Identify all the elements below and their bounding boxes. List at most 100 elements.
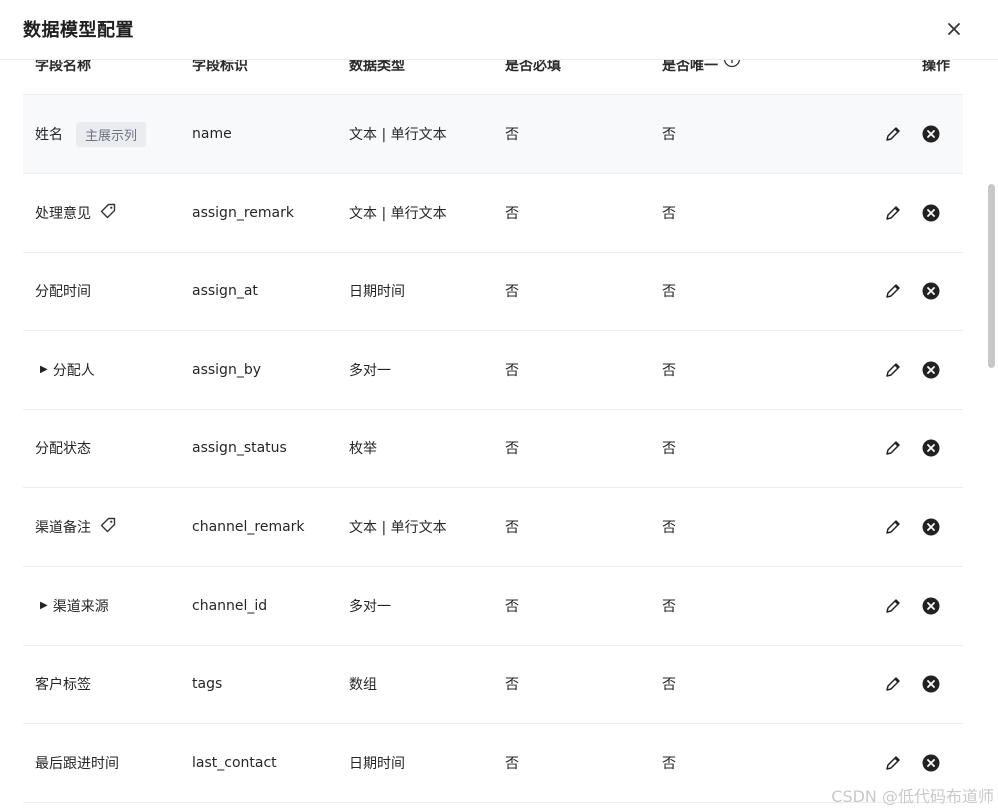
- data-type: 日期时间: [349, 284, 405, 301]
- required-value: 否: [505, 755, 519, 772]
- row-actions: [883, 331, 941, 409]
- field-key: name: [192, 126, 232, 142]
- unique-value: 否: [662, 677, 676, 694]
- unique-value: 否: [662, 441, 676, 458]
- row-actions: [883, 645, 941, 723]
- field-name: 最后跟进时间: [35, 755, 119, 772]
- table-row[interactable]: 姓名 主展示列 name 文本 | 单行文本 否 否: [23, 95, 963, 174]
- header-field-name: 字段名称: [35, 59, 91, 74]
- data-type: 枚举: [349, 441, 377, 458]
- table-row[interactable]: ▶ 分配人 assign_by 多对一 否 否: [23, 331, 963, 410]
- field-key: last_contact: [192, 754, 277, 771]
- tag-icon: [99, 516, 117, 538]
- field-name-cell: 最后跟进时间: [35, 724, 119, 802]
- field-key: channel_id: [192, 597, 268, 614]
- header-required: 是否必填: [505, 59, 561, 74]
- delete-icon[interactable]: [921, 203, 941, 223]
- edit-icon[interactable]: [883, 203, 903, 223]
- data-type: 多对一: [349, 598, 391, 615]
- delete-icon[interactable]: [921, 281, 941, 301]
- field-name: 姓名: [35, 127, 63, 143]
- edit-icon[interactable]: [883, 517, 903, 537]
- delete-icon[interactable]: [921, 517, 941, 537]
- required-value: 否: [505, 205, 519, 222]
- edit-icon[interactable]: [883, 281, 903, 301]
- row-actions: [883, 252, 941, 330]
- required-value: 否: [505, 441, 519, 458]
- unique-value: 否: [662, 127, 676, 143]
- unique-value: 否: [662, 205, 676, 222]
- table-row[interactable]: 客户标签 tags 数组 否 否: [23, 645, 963, 725]
- field-name: 分配时间: [35, 284, 91, 301]
- table-row[interactable]: 分配状态 assign_status 枚举 否 否: [23, 409, 963, 489]
- header-unique-cell: 是否唯一: [662, 59, 741, 94]
- required-value: 否: [505, 284, 519, 301]
- data-type: 文本 | 单行文本: [349, 205, 447, 222]
- dialog-title: 数据模型配置: [23, 20, 134, 41]
- required-value: 否: [505, 598, 519, 615]
- edit-icon[interactable]: [883, 360, 903, 380]
- header-data-type: 数据类型: [349, 59, 405, 74]
- field-name-cell: 客户标签: [35, 645, 91, 723]
- field-name: 客户标签: [35, 677, 91, 694]
- field-key: assign_remark: [192, 204, 294, 221]
- table-row[interactable]: 分配时间 assign_at 日期时间 否 否: [23, 252, 963, 332]
- header-field-key: 字段标识: [192, 59, 248, 74]
- delete-icon[interactable]: [921, 360, 941, 380]
- fields-table: 字段名称 字段标识 数据类型 是否必填 是否唯一 操作 姓名 主展示列 name 文本…: [23, 59, 963, 812]
- edit-icon[interactable]: [883, 596, 903, 616]
- table-row[interactable]: 渠道备注 channel_remark 文本 | 单行文本 否 否: [23, 488, 963, 567]
- required-value: 否: [505, 127, 519, 143]
- unique-value: 否: [662, 520, 676, 536]
- delete-icon[interactable]: [921, 124, 941, 144]
- tag-icon: [99, 202, 117, 224]
- edit-icon[interactable]: [883, 124, 903, 144]
- delete-icon[interactable]: [921, 596, 941, 616]
- field-key: assign_status: [192, 440, 287, 457]
- row-actions: [883, 95, 941, 173]
- table-header: 字段名称 字段标识 数据类型 是否必填 是否唯一 操作: [23, 59, 963, 95]
- required-value: 否: [505, 362, 519, 379]
- field-name: 分配人: [52, 362, 95, 379]
- expand-caret-icon[interactable]: ▶: [40, 600, 48, 611]
- unique-value: 否: [662, 362, 676, 379]
- field-key: assign_by: [192, 361, 261, 378]
- table-row[interactable]: 最后跟进时间 last_contact 日期时间 否 否: [23, 724, 963, 803]
- field-key: assign_at: [192, 283, 258, 300]
- watermark: CSDN @低代码布道师: [831, 787, 994, 806]
- scrollbar[interactable]: [988, 184, 995, 368]
- table-row[interactable]: 处理意见 assign_remark 文本 | 单行文本 否 否: [23, 174, 963, 253]
- expand-caret-icon[interactable]: ▶: [40, 364, 48, 375]
- row-actions: [883, 567, 941, 645]
- field-key: tags: [192, 676, 223, 693]
- data-type: 文本 | 单行文本: [349, 127, 447, 143]
- edit-icon[interactable]: [883, 438, 903, 458]
- delete-icon[interactable]: [921, 438, 941, 458]
- unique-value: 否: [662, 755, 676, 772]
- header-operations: 操作: [922, 59, 950, 74]
- required-value: 否: [505, 677, 519, 694]
- info-icon[interactable]: [723, 59, 741, 79]
- delete-icon[interactable]: [921, 674, 941, 694]
- table-row[interactable]: ▶ 渠道来源 channel_id 多对一 否 否: [23, 567, 963, 646]
- field-name-cell: 姓名 主展示列: [35, 95, 147, 173]
- header-unique: 是否唯一: [662, 59, 718, 74]
- edit-icon[interactable]: [883, 753, 903, 773]
- field-key: channel_remark: [192, 519, 305, 535]
- close-icon[interactable]: [943, 18, 965, 40]
- field-name-cell: 渠道备注: [35, 488, 117, 566]
- field-name: 渠道备注: [35, 520, 91, 536]
- dialog-header: 数据模型配置: [0, 0, 998, 60]
- field-name: 分配状态: [35, 441, 91, 458]
- data-type: 日期时间: [349, 755, 405, 772]
- data-type: 多对一: [349, 362, 391, 379]
- field-name-cell: 处理意见: [35, 174, 117, 252]
- delete-icon[interactable]: [921, 753, 941, 773]
- row-actions: [883, 488, 941, 566]
- required-value: 否: [505, 520, 519, 536]
- field-name: 渠道来源: [52, 598, 109, 615]
- edit-icon[interactable]: [883, 674, 903, 694]
- field-name-cell: ▶ 分配人: [35, 331, 95, 409]
- row-actions: [883, 174, 941, 252]
- field-name: 处理意见: [35, 205, 91, 222]
